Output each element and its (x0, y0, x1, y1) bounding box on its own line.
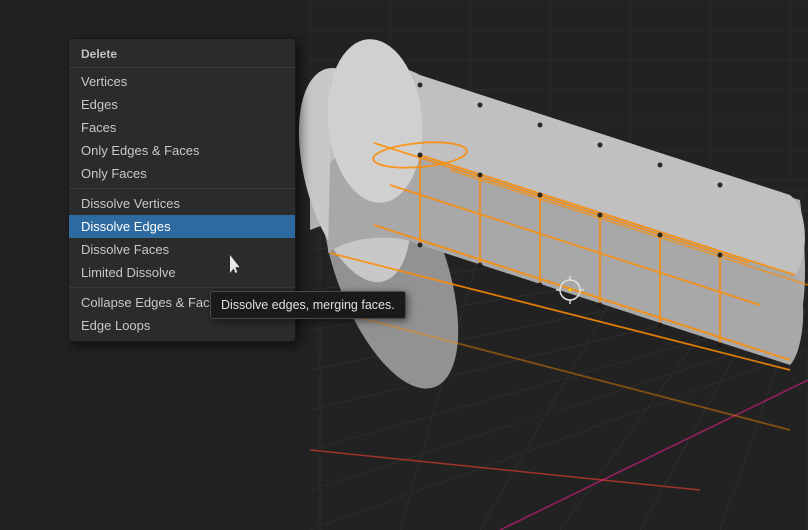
menu-item-dissolve-faces[interactable]: Dissolve Faces (69, 238, 295, 261)
tooltip: Dissolve edges, merging faces. (210, 291, 406, 319)
menu-item-faces[interactable]: Faces (69, 116, 295, 139)
menu-item-limited-dissolve[interactable]: Limited Dissolve (69, 261, 295, 284)
separator-2 (69, 287, 295, 288)
tooltip-text: Dissolve edges, merging faces. (221, 298, 395, 312)
menu-item-only-edges-faces[interactable]: Only Edges & Faces (69, 139, 295, 162)
menu-item-edges[interactable]: Edges (69, 93, 295, 116)
separator-1 (69, 188, 295, 189)
menu-title: Delete (69, 43, 295, 68)
menu-item-dissolve-vertices[interactable]: Dissolve Vertices (69, 192, 295, 215)
menu-item-dissolve-edges[interactable]: Dissolve Edges (69, 215, 295, 238)
menu-item-only-faces[interactable]: Only Faces (69, 162, 295, 185)
menu-item-vertices[interactable]: Vertices (69, 70, 295, 93)
